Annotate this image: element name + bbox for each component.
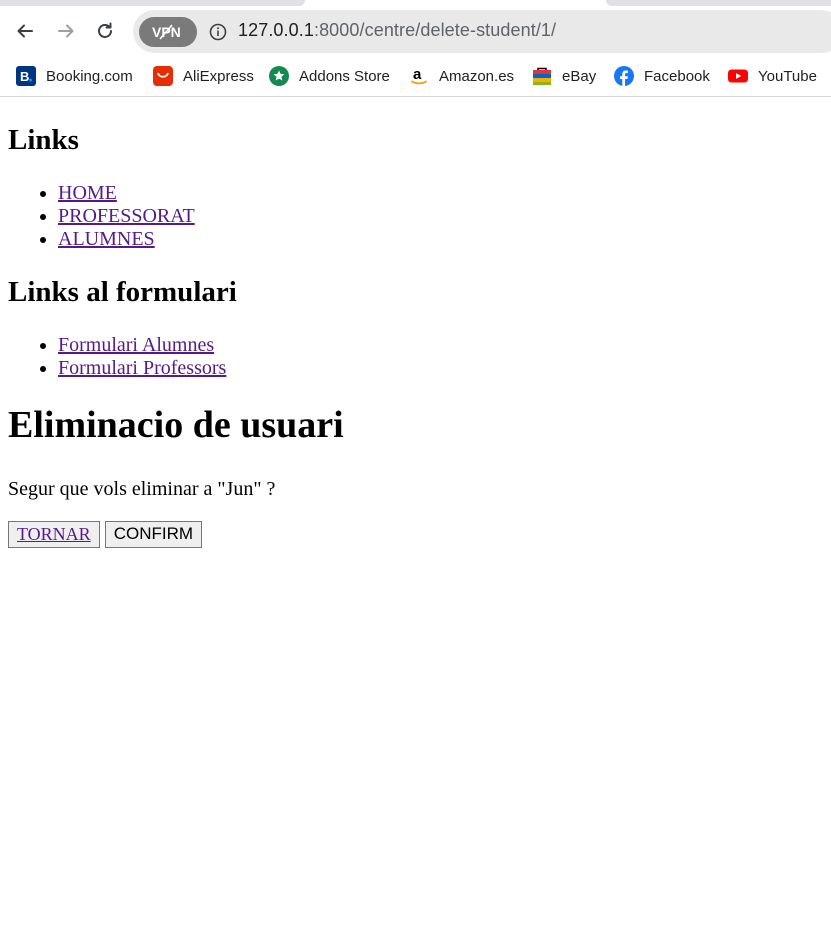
- bookmarks-bar: B Booking.com AliExpress Addons Store a …: [0, 56, 831, 97]
- form-links-list: Formulari Alumnes Formulari Professors: [8, 334, 831, 380]
- page-title: Eliminacio de usuari: [8, 404, 344, 446]
- addons-store-icon: [269, 66, 289, 86]
- url-text[interactable]: 127.0.0.1:8000/centre/delete-student/1/: [238, 20, 556, 41]
- link-home[interactable]: HOME: [58, 182, 117, 204]
- info-icon[interactable]: [209, 23, 227, 41]
- url-path: :8000/centre/delete-student/1/: [313, 20, 557, 40]
- booking-icon: B: [16, 66, 36, 86]
- vpn-button[interactable]: VPN: [139, 17, 197, 47]
- form-links-heading: Links al formulari: [8, 276, 237, 308]
- links-heading: Links: [8, 124, 79, 156]
- arrow-left-icon: [17, 24, 33, 38]
- confirm-button[interactable]: CONFIRM: [104, 521, 203, 548]
- reload-button[interactable]: [90, 16, 120, 46]
- reload-icon: [98, 22, 112, 38]
- bookmark-label: AliExpress: [183, 67, 254, 85]
- bookmark-aliexpress[interactable]: AliExpress: [153, 65, 254, 87]
- bookmark-label: Amazon.es: [439, 67, 515, 85]
- list-item: Formulari Alumnes: [58, 334, 831, 357]
- bookmark-label: Addons Store: [299, 67, 390, 85]
- bookmark-label: Facebook: [644, 67, 710, 85]
- action-buttons: TORNAR CONFIRM: [8, 521, 831, 548]
- back-button[interactable]: [10, 16, 40, 46]
- bookmark-label: Booking.com: [46, 67, 133, 85]
- facebook-icon: [614, 66, 634, 86]
- bookmark-booking[interactable]: B Booking.com: [16, 65, 133, 87]
- page-content: Links HOME PROFESSORAT ALUMNES Links al …: [8, 98, 831, 548]
- bookmark-facebook[interactable]: Facebook: [614, 65, 710, 87]
- link-alumnes[interactable]: ALUMNES: [58, 228, 155, 250]
- youtube-icon: [728, 69, 748, 83]
- link-formulari-alumnes[interactable]: Formulari Alumnes: [58, 334, 214, 356]
- bookmark-amazon[interactable]: a Amazon.es: [409, 65, 514, 87]
- vpn-icon: VPN: [152, 24, 181, 40]
- links-list: HOME PROFESSORAT ALUMNES: [8, 182, 831, 251]
- amazon-icon: a: [411, 66, 427, 85]
- link-formulari-professors[interactable]: Formulari Professors: [58, 357, 226, 379]
- list-item: HOME: [58, 182, 831, 205]
- aliexpress-icon: [153, 66, 173, 86]
- svg-text:B: B: [20, 69, 29, 84]
- bookmark-label: YouTube: [758, 67, 817, 85]
- bookmark-ebay[interactable]: eBay: [532, 65, 596, 87]
- bookmark-label: eBay: [562, 67, 597, 85]
- url-host: 127.0.0.1: [238, 20, 314, 40]
- back-link-button[interactable]: TORNAR: [8, 521, 100, 548]
- ebay-icon: [533, 67, 551, 85]
- browser-toolbar: VPN 127.0.0.1:8000/centre/delete-student…: [0, 6, 831, 56]
- address-bar[interactable]: VPN 127.0.0.1:8000/centre/delete-student…: [133, 10, 831, 53]
- svg-text:a: a: [413, 66, 422, 83]
- list-item: Formulari Professors: [58, 357, 831, 380]
- link-professorat[interactable]: PROFESSORAT: [58, 205, 195, 227]
- delete-question: Segur que vols eliminar a "Jun" ?: [8, 478, 276, 500]
- forward-button[interactable]: [51, 16, 81, 46]
- list-item: ALUMNES: [58, 228, 831, 251]
- bookmark-youtube[interactable]: YouTube: [728, 65, 817, 87]
- bookmark-addons-store[interactable]: Addons Store: [269, 65, 390, 87]
- list-item: PROFESSORAT: [58, 205, 831, 228]
- arrow-right-icon: [58, 24, 74, 38]
